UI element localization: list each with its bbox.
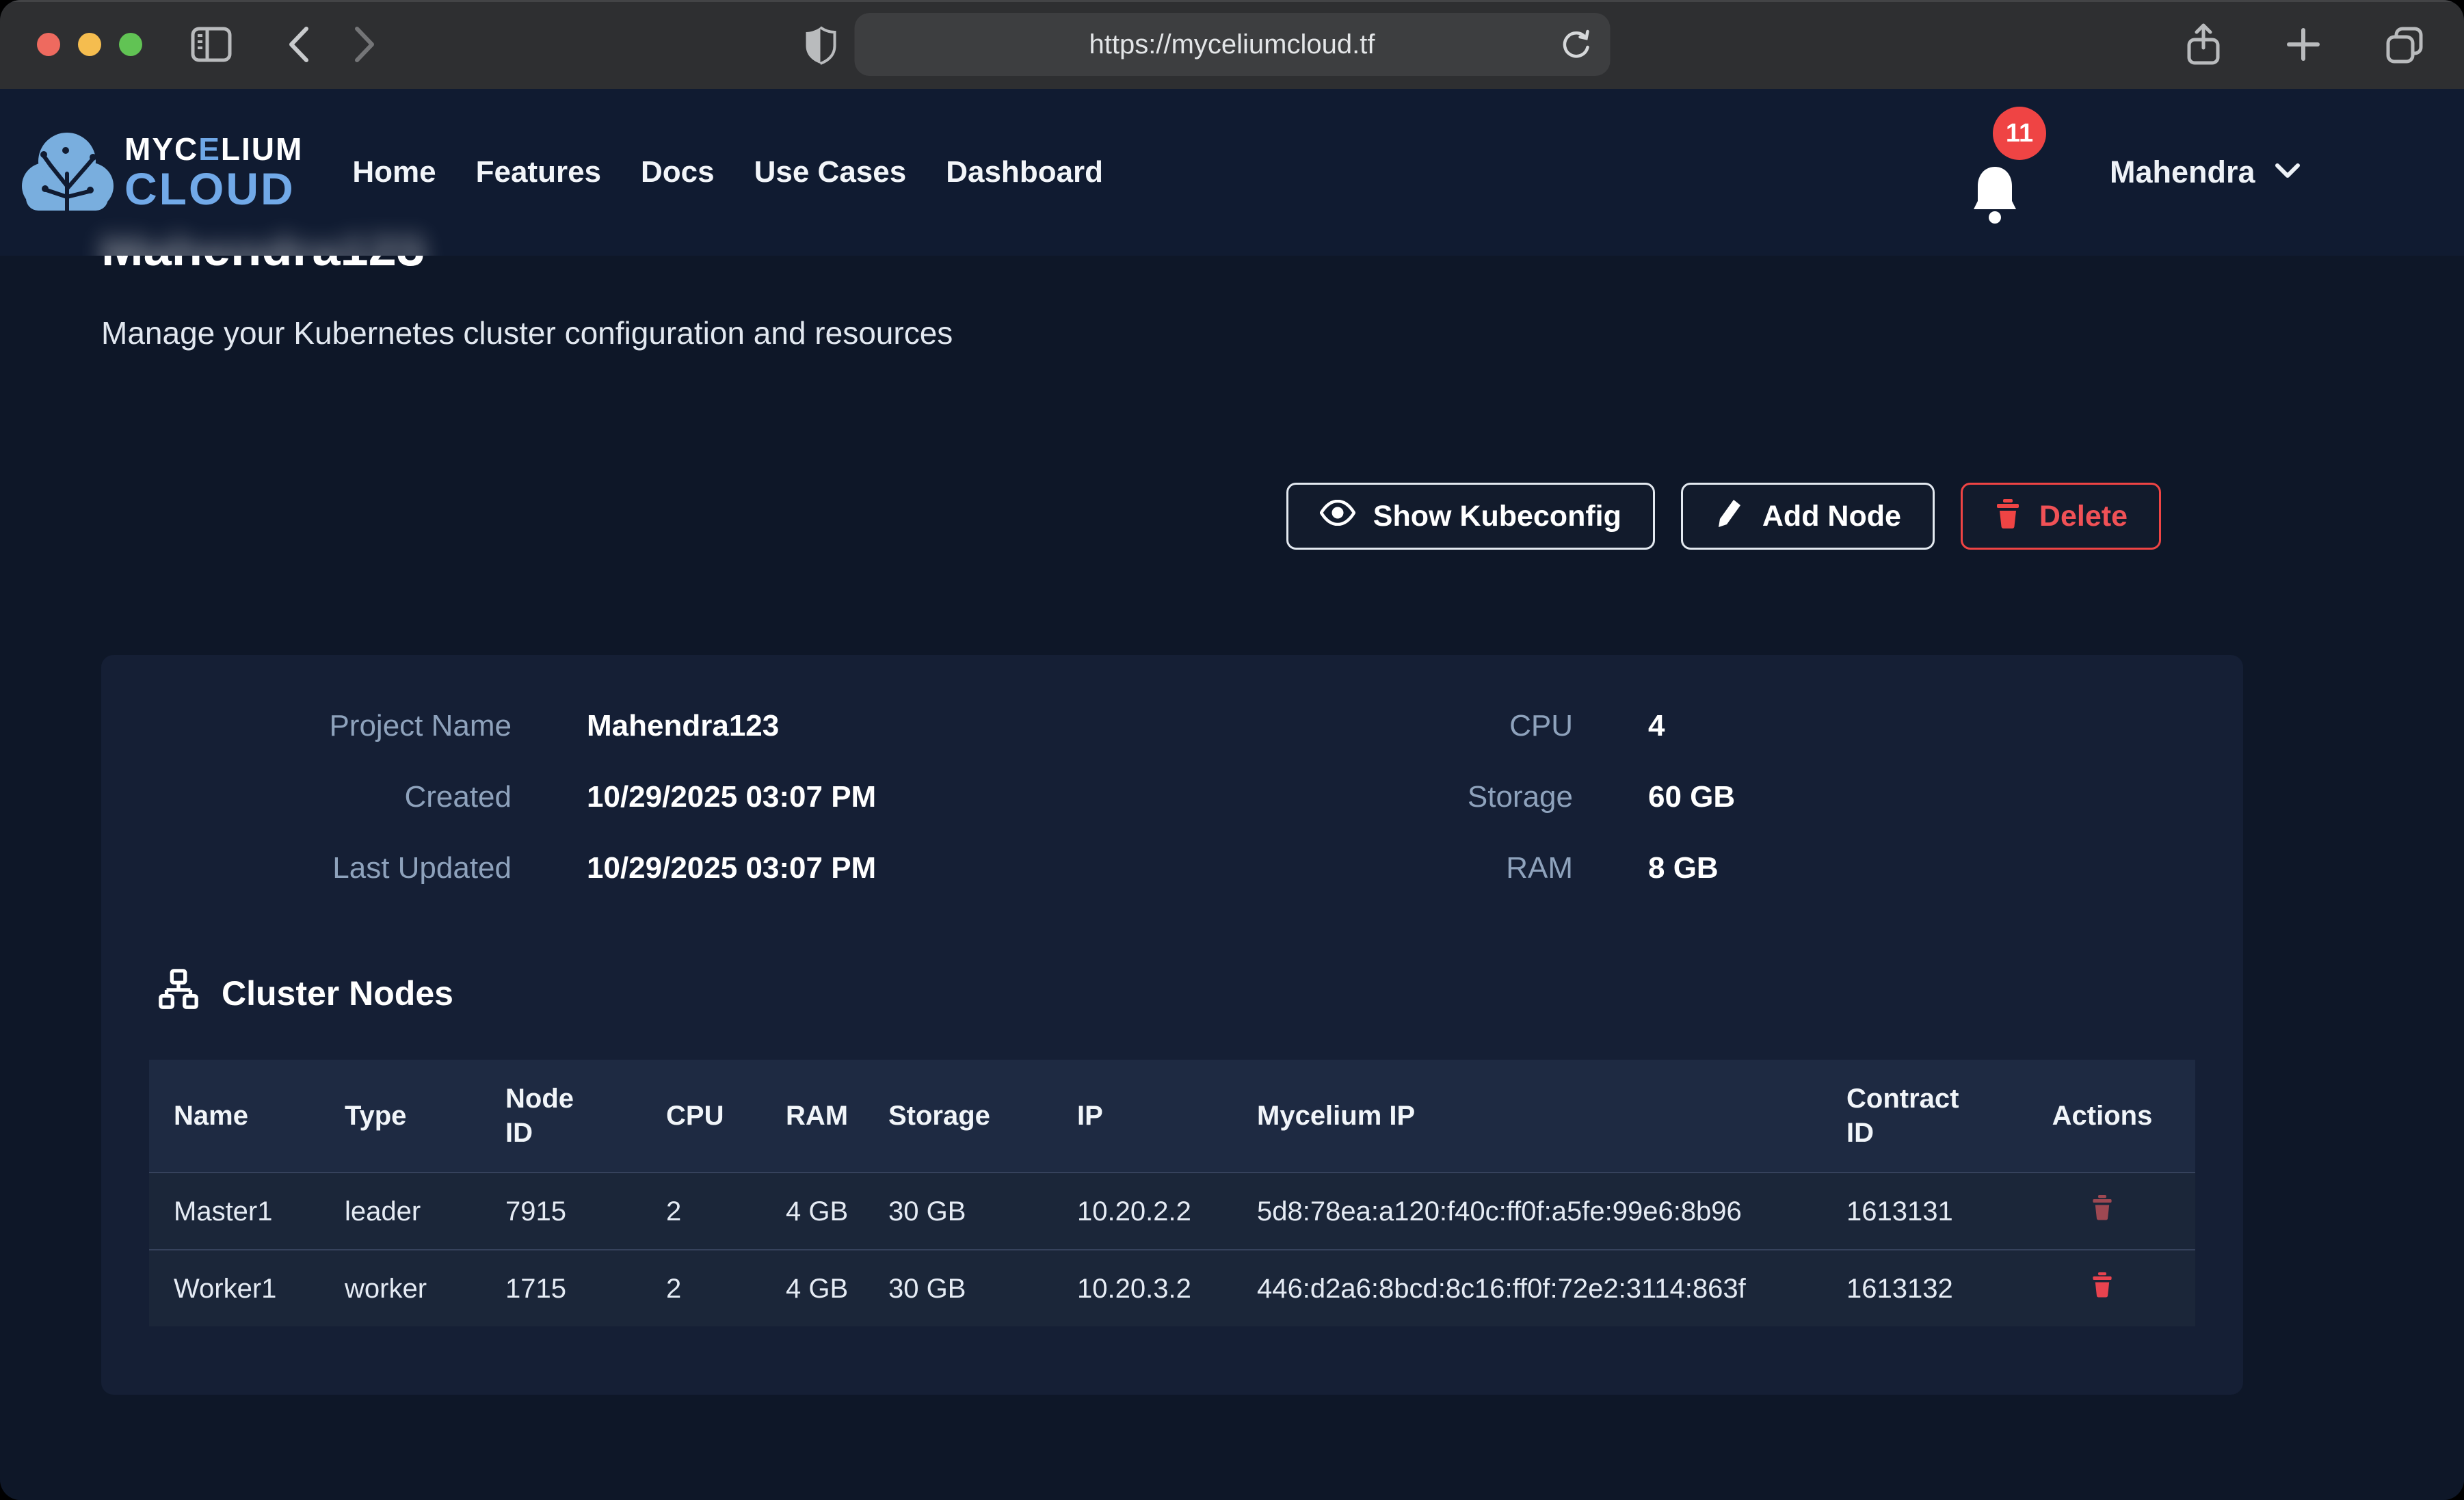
cell-mycelium-ip: 5d8:78ea:a120:f40c:ff0f:a5fe:99e6:8b96 [1232,1173,1822,1250]
col-name: Name [149,1060,320,1173]
cell-storage: 30 GB [864,1173,1052,1250]
bell-icon [1968,161,2022,230]
cell-storage: 30 GB [864,1250,1052,1326]
privacy-shield-icon[interactable] [803,25,837,65]
col-node-id: Node ID [481,1060,641,1173]
mycelium-cloud-logo-icon[interactable] [21,120,114,224]
show-kubeconfig-button[interactable]: Show Kubeconfig [1286,483,1655,550]
storage-label: Storage [1319,780,1573,814]
cluster-nodes-title: Cluster Nodes [222,974,453,1013]
col-contract-id: Contract ID [1822,1060,2009,1173]
delete-label: Delete [2039,500,2128,533]
cell-type: worker [320,1250,481,1326]
blurred-title-under-navbar: Mahendra123 [101,226,425,256]
col-cpu: CPU [641,1060,761,1173]
ram-value: 8 GB [1648,851,1719,885]
window-controls [37,33,142,56]
delete-node-button[interactable] [2091,1192,2114,1223]
col-mycelium-ip: Mycelium IP [1232,1060,1822,1173]
page-content: Mahendra123 Manage your Kubernetes clust… [0,89,2464,1500]
nav-links: Home Features Docs Use Cases Dashboard [352,155,1103,189]
storage-value: 60 GB [1648,780,1735,814]
delete-cluster-button[interactable]: Delete [1961,483,2161,550]
col-ip: IP [1052,1060,1232,1173]
project-name-label: Project Name [190,709,512,743]
reload-icon[interactable] [1559,28,1592,61]
cpu-label: CPU [1319,709,1573,743]
site-navbar: Mahendra123 [0,89,2464,256]
nav-link-home[interactable]: Home [352,155,436,189]
created-value: 10/29/2025 03:07 PM [587,780,876,814]
cell-node-id: 7915 [481,1173,641,1250]
cell-cpu: 2 [641,1173,761,1250]
col-ram: RAM [761,1060,864,1173]
nav-link-docs[interactable]: Docs [641,155,715,189]
last-updated-value: 10/29/2025 03:07 PM [587,851,876,885]
brand-wordmark[interactable]: MYCELIUM CLOUD [124,133,303,211]
trash-icon [2091,1213,2114,1223]
browser-window: https://myceliumcloud.tf [0,0,2464,1500]
table-row: Master1 leader 7915 2 4 GB 30 GB 10.20.2… [149,1173,2195,1250]
notification-count-badge: 11 [1993,107,2046,160]
project-name-value: Mahendra123 [587,709,779,743]
nav-link-use-cases[interactable]: Use Cases [754,155,907,189]
cluster-info-left: Project Name Mahendra123 Created 10/29/2… [190,704,876,918]
forward-icon[interactable] [353,25,377,64]
notifications-button[interactable]: 11 [1968,103,2050,246]
trash-icon [1994,497,2022,536]
zoom-window-button[interactable] [119,33,142,56]
tab-overview-icon[interactable] [2385,25,2424,64]
ram-label: RAM [1319,851,1573,885]
cell-ram: 4 GB [761,1250,864,1326]
last-updated-label: Last Updated [190,851,512,885]
back-icon[interactable] [286,25,310,64]
col-type: Type [320,1060,481,1173]
minimize-window-button[interactable] [78,33,101,56]
col-storage: Storage [864,1060,1052,1173]
cell-mycelium-ip: 446:d2a6:8bcd:8c16:ff0f:72e2:3114:863f [1232,1250,1822,1326]
delete-node-button[interactable] [2091,1270,2114,1300]
address-bar-url: https://myceliumcloud.tf [1089,29,1375,60]
created-label: Created [190,780,512,814]
address-bar[interactable]: https://myceliumcloud.tf [854,13,1610,76]
cell-contract-id: 1613131 [1822,1173,2009,1250]
nav-link-dashboard[interactable]: Dashboard [946,155,1103,189]
pencil-icon [1714,497,1745,536]
sidebar-toggle-icon[interactable] [190,26,233,63]
eye-icon [1320,500,1355,533]
cluster-details-card: Project Name Mahendra123 Created 10/29/2… [101,655,2243,1395]
cell-node-id: 1715 [481,1250,641,1326]
cluster-actions: Show Kubeconfig Add Node [1286,483,2161,550]
cell-name: Master1 [149,1173,320,1250]
table-row: Worker1 worker 1715 2 4 GB 30 GB 10.20.3… [149,1250,2195,1326]
nav-link-features[interactable]: Features [476,155,601,189]
share-icon[interactable] [2185,23,2222,66]
col-actions: Actions [2009,1060,2195,1173]
chevron-down-icon [2275,163,2301,183]
cell-ip: 10.20.3.2 [1052,1250,1232,1326]
cell-cpu: 2 [641,1250,761,1326]
cell-type: leader [320,1173,481,1250]
show-kubeconfig-label: Show Kubeconfig [1373,500,1621,533]
cluster-info-right: CPU 4 Storage 60 GB RAM 8 GB [1319,704,1735,918]
page-subtitle: Manage your Kubernetes cluster configura… [101,314,953,351]
cell-name: Worker1 [149,1250,320,1326]
cluster-icon [157,968,200,1019]
cell-ip: 10.20.2.2 [1052,1173,1232,1250]
nodes-table: Name Type Node ID CPU RAM Storage IP Myc… [149,1060,2195,1326]
cell-ram: 4 GB [761,1173,864,1250]
browser-toolbar: https://myceliumcloud.tf [0,0,2464,89]
user-menu[interactable]: Mahendra [2110,89,2301,256]
cell-contract-id: 1613132 [1822,1250,2009,1326]
close-window-button[interactable] [37,33,60,56]
cpu-value: 4 [1648,709,1665,743]
user-name: Mahendra [2110,155,2255,190]
trash-icon [2091,1290,2114,1300]
new-tab-icon[interactable] [2285,26,2322,63]
add-node-button[interactable]: Add Node [1681,483,1935,550]
table-header-row: Name Type Node ID CPU RAM Storage IP Myc… [149,1060,2195,1173]
nodes-table-wrap: Name Type Node ID CPU RAM Storage IP Myc… [149,1060,2195,1326]
add-node-label: Add Node [1762,500,1901,533]
cluster-nodes-heading: Cluster Nodes [157,968,453,1019]
